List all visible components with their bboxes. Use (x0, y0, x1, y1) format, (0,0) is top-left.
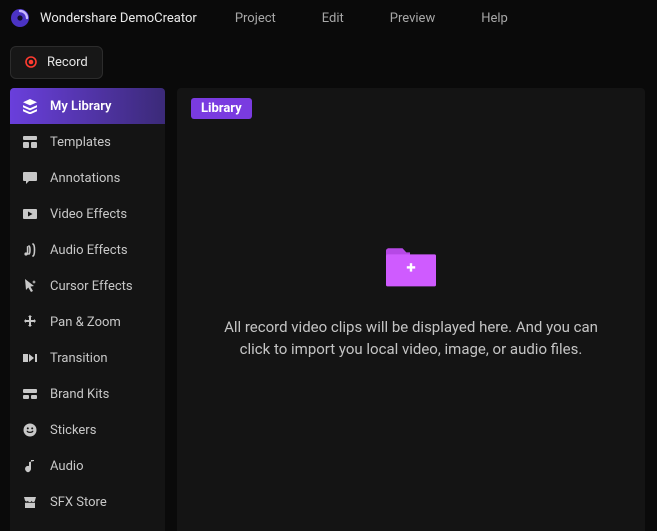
cursor-effects-icon (22, 278, 38, 294)
sfx-store-icon (22, 494, 38, 510)
sidebar-item-label: Audio Effects (50, 243, 128, 258)
import-folder-icon (384, 245, 438, 289)
sidebar-item-label: SFX Store (50, 495, 107, 510)
sidebar-item-audio-effects[interactable]: Audio Effects (10, 232, 165, 268)
record-button-label: Record (47, 55, 88, 70)
sidebar-item-label: Pan & Zoom (50, 315, 121, 330)
content-panel: Library All record video clips will be d… (177, 88, 645, 531)
transition-icon (22, 350, 38, 366)
app-title: Wondershare DemoCreator (40, 11, 197, 26)
menu-help[interactable]: Help (477, 9, 512, 28)
menu-edit[interactable]: Edit (318, 9, 348, 28)
sidebar-item-brand-kits[interactable]: Brand Kits (10, 376, 165, 412)
sidebar-item-label: Transition (50, 351, 108, 366)
sidebar-item-my-library[interactable]: My Library (10, 88, 165, 124)
content-tabs: Library (191, 98, 631, 126)
record-button[interactable]: Record (10, 46, 103, 79)
sidebar-item-label: Annotations (50, 171, 120, 186)
audio-effects-icon (22, 242, 38, 258)
sidebar-item-label: Audio (50, 459, 83, 474)
tab-library[interactable]: Library (191, 98, 252, 119)
sidebar-item-label: Stickers (50, 423, 96, 438)
sidebar-item-annotations[interactable]: Annotations (10, 160, 165, 196)
sidebar-item-label: Video Effects (50, 207, 127, 222)
sidebar-item-video-effects[interactable]: Video Effects (10, 196, 165, 232)
sidebar-item-label: Brand Kits (50, 387, 109, 402)
sidebar-item-label: My Library (50, 99, 111, 114)
sidebar-item-pan-zoom[interactable]: Pan & Zoom (10, 304, 165, 340)
templates-icon (22, 134, 38, 150)
annotations-icon (22, 170, 38, 186)
library-empty-state[interactable]: All record video clips will be displayed… (191, 126, 631, 521)
app-logo-icon (10, 8, 30, 28)
sidebar-item-transition[interactable]: Transition (10, 340, 165, 376)
menu-project[interactable]: Project (231, 9, 280, 28)
library-empty-message: All record video clips will be displayed… (221, 317, 601, 361)
stickers-icon (22, 422, 38, 438)
menubar: Wondershare DemoCreator Project Edit Pre… (0, 0, 657, 36)
sidebar: My Library Templates Annotations Video E… (10, 88, 165, 531)
pan-zoom-icon (22, 314, 38, 330)
layers-icon (22, 98, 38, 114)
sidebar-item-label: Cursor Effects (50, 279, 133, 294)
sidebar-item-audio[interactable]: Audio (10, 448, 165, 484)
workspace: My Library Templates Annotations Video E… (0, 88, 657, 531)
record-icon (25, 56, 37, 68)
toolbar: Record (0, 36, 657, 88)
sidebar-item-cursor-effects[interactable]: Cursor Effects (10, 268, 165, 304)
sidebar-item-label: Templates (50, 135, 111, 150)
audio-icon (22, 458, 38, 474)
video-effects-icon (22, 206, 38, 222)
sidebar-item-sfx-store[interactable]: SFX Store (10, 484, 165, 520)
sidebar-item-templates[interactable]: Templates (10, 124, 165, 160)
sidebar-item-stickers[interactable]: Stickers (10, 412, 165, 448)
brand-kits-icon (22, 386, 38, 402)
menu-preview[interactable]: Preview (386, 9, 439, 28)
